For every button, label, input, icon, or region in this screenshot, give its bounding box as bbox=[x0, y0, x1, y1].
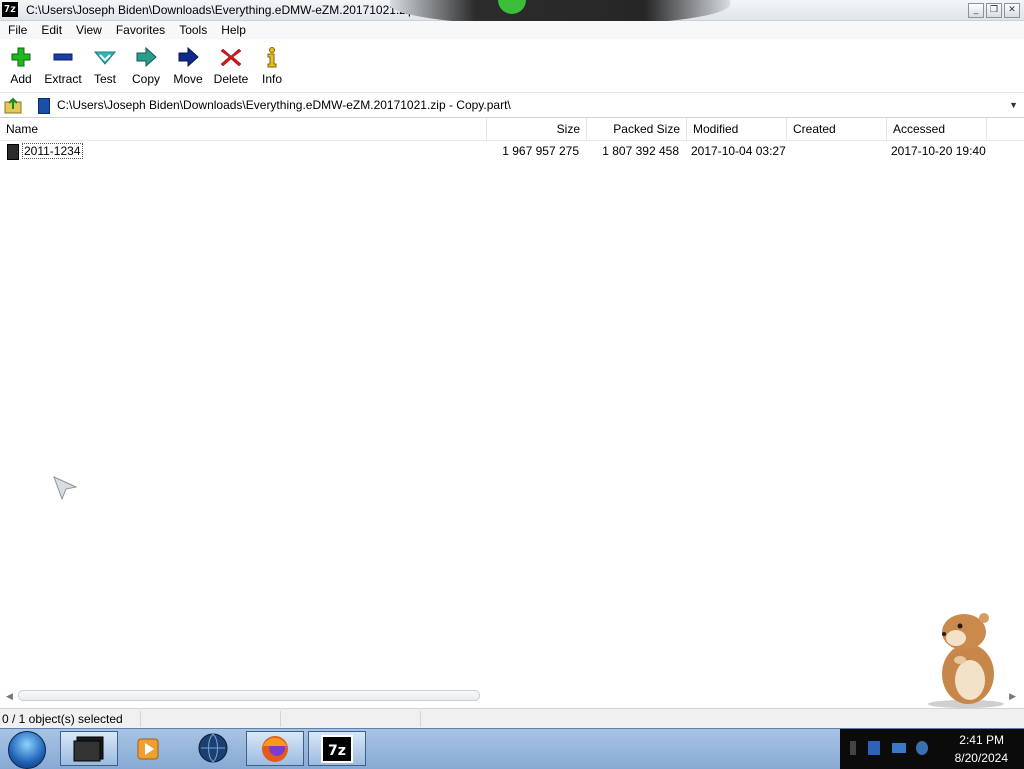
tray-shield-icon[interactable] bbox=[868, 741, 880, 755]
folder-up-icon[interactable] bbox=[4, 96, 24, 114]
extract-label: Extract bbox=[42, 72, 84, 86]
window-title: C:\Users\Joseph Biden\Downloads\Everythi… bbox=[26, 3, 415, 17]
info-button[interactable]: Info bbox=[258, 44, 286, 88]
tray-handle-icon[interactable] bbox=[850, 741, 856, 755]
scroll-thumb[interactable] bbox=[18, 690, 480, 701]
volume-icon[interactable] bbox=[916, 741, 928, 755]
scroll-right-icon[interactable]: ▶ bbox=[1009, 691, 1016, 702]
column-headers: Name Size Packed Size Modified Created A… bbox=[0, 118, 1024, 141]
status-divider bbox=[280, 711, 281, 727]
column-size[interactable]: Size bbox=[487, 118, 587, 140]
scroll-left-icon[interactable]: ◀ bbox=[6, 691, 13, 702]
delete-button[interactable]: Delete bbox=[212, 44, 250, 88]
cell-packed-size: 1 807 392 458 bbox=[587, 142, 679, 160]
checkmark-icon bbox=[93, 46, 117, 68]
delete-label: Delete bbox=[212, 72, 250, 86]
status-bar: 0 / 1 object(s) selected bbox=[0, 708, 1024, 729]
network-icon[interactable] bbox=[892, 743, 906, 753]
selection-status: 0 / 1 object(s) selected bbox=[2, 712, 123, 726]
copy-label: Copy bbox=[130, 72, 162, 86]
taskbar: 7z 2:41 PM 8/20/2024 bbox=[0, 728, 1024, 769]
app-7z-taskbar-label: 7z bbox=[328, 743, 346, 759]
copy-arrow-icon bbox=[134, 46, 158, 68]
test-button[interactable]: Test bbox=[90, 44, 120, 88]
firefox-icon bbox=[247, 732, 303, 765]
copy-button[interactable]: Copy bbox=[130, 44, 162, 88]
archive-icon bbox=[38, 98, 50, 114]
window-controls: _ ❐ ✕ bbox=[968, 3, 1020, 18]
paper-plane-icon bbox=[52, 475, 78, 501]
file-list: Name Size Packed Size Modified Created A… bbox=[0, 118, 1024, 706]
address-bar: C:\Users\Joseph Biden\Downloads\Everythi… bbox=[0, 93, 1024, 118]
cell-modified: 2017-10-04 03:27 bbox=[691, 142, 786, 160]
minimize-button[interactable]: _ bbox=[968, 3, 984, 18]
globe-icon bbox=[184, 731, 240, 764]
clock-time[interactable]: 2:41 PM bbox=[959, 733, 1004, 747]
menu-bar: File Edit View Favorites Tools Help bbox=[0, 21, 1024, 39]
info-label: Info bbox=[258, 72, 286, 86]
menu-favorites[interactable]: Favorites bbox=[110, 23, 171, 37]
close-button[interactable]: ✕ bbox=[1004, 3, 1020, 18]
app-7z-icon: 7z bbox=[2, 2, 18, 17]
taskbar-app-globe[interactable] bbox=[184, 731, 242, 766]
path-text: C:\Users\Joseph Biden\Downloads\Everythi… bbox=[57, 98, 511, 112]
media-player-icon bbox=[120, 731, 176, 764]
column-created[interactable]: Created bbox=[787, 118, 887, 140]
restore-button[interactable]: ❐ bbox=[986, 3, 1002, 18]
cell-size: 1 967 957 275 bbox=[487, 142, 579, 160]
extract-button[interactable]: Extract bbox=[42, 44, 84, 88]
column-name[interactable]: Name bbox=[0, 118, 487, 140]
title-bar: 7z C:\Users\Joseph Biden\Downloads\Every… bbox=[0, 0, 1024, 21]
menu-view[interactable]: View bbox=[70, 23, 108, 37]
move-arrow-icon bbox=[176, 46, 200, 68]
row-name: 2011-1234 bbox=[22, 143, 83, 159]
minus-icon bbox=[51, 46, 75, 68]
chevron-down-icon[interactable]: ▼ bbox=[1009, 100, 1018, 110]
system-tray: 2:41 PM 8/20/2024 bbox=[840, 729, 1024, 769]
start-button[interactable] bbox=[8, 731, 46, 769]
test-label: Test bbox=[90, 72, 120, 86]
delete-x-icon bbox=[219, 46, 243, 68]
cell-name: 2011-1234 bbox=[22, 142, 83, 160]
status-divider bbox=[420, 711, 421, 727]
plus-icon bbox=[9, 46, 33, 68]
menu-file[interactable]: File bbox=[2, 23, 33, 37]
cell-accessed: 2017-10-20 19:40 bbox=[891, 142, 986, 160]
path-input[interactable]: C:\Users\Joseph Biden\Downloads\Everythi… bbox=[34, 95, 1022, 115]
column-accessed[interactable]: Accessed bbox=[887, 118, 987, 140]
taskbar-app-terminal[interactable] bbox=[60, 731, 118, 766]
add-label: Add bbox=[6, 72, 36, 86]
hamster-icon bbox=[920, 604, 1008, 708]
menu-help[interactable]: Help bbox=[215, 23, 252, 37]
ornament-icon bbox=[498, 0, 526, 14]
status-divider bbox=[140, 711, 141, 727]
folder-icon bbox=[7, 144, 19, 160]
move-button[interactable]: Move bbox=[172, 44, 204, 88]
table-row[interactable]: 2011-1234 1 967 957 275 1 807 392 458 20… bbox=[0, 142, 1024, 160]
clock-date[interactable]: 8/20/2024 bbox=[955, 751, 1008, 765]
menu-tools[interactable]: Tools bbox=[173, 23, 213, 37]
terminal-icon bbox=[61, 732, 117, 765]
horizontal-scrollbar[interactable]: ◀ ▶ bbox=[0, 686, 1024, 704]
move-label: Move bbox=[172, 72, 204, 86]
column-packed-size[interactable]: Packed Size bbox=[587, 118, 687, 140]
app-7z-taskbar-icon: 7z bbox=[309, 732, 365, 765]
taskbar-app-7zip[interactable]: 7z bbox=[308, 731, 366, 766]
info-icon bbox=[260, 46, 284, 68]
column-modified[interactable]: Modified bbox=[687, 118, 787, 140]
add-button[interactable]: Add bbox=[6, 44, 36, 88]
taskbar-app-firefox[interactable] bbox=[246, 731, 304, 766]
menu-edit[interactable]: Edit bbox=[35, 23, 68, 37]
taskbar-app-media-player[interactable] bbox=[120, 731, 178, 766]
toolbar: Add Extract Test Copy Move Delete Info bbox=[0, 40, 1024, 93]
